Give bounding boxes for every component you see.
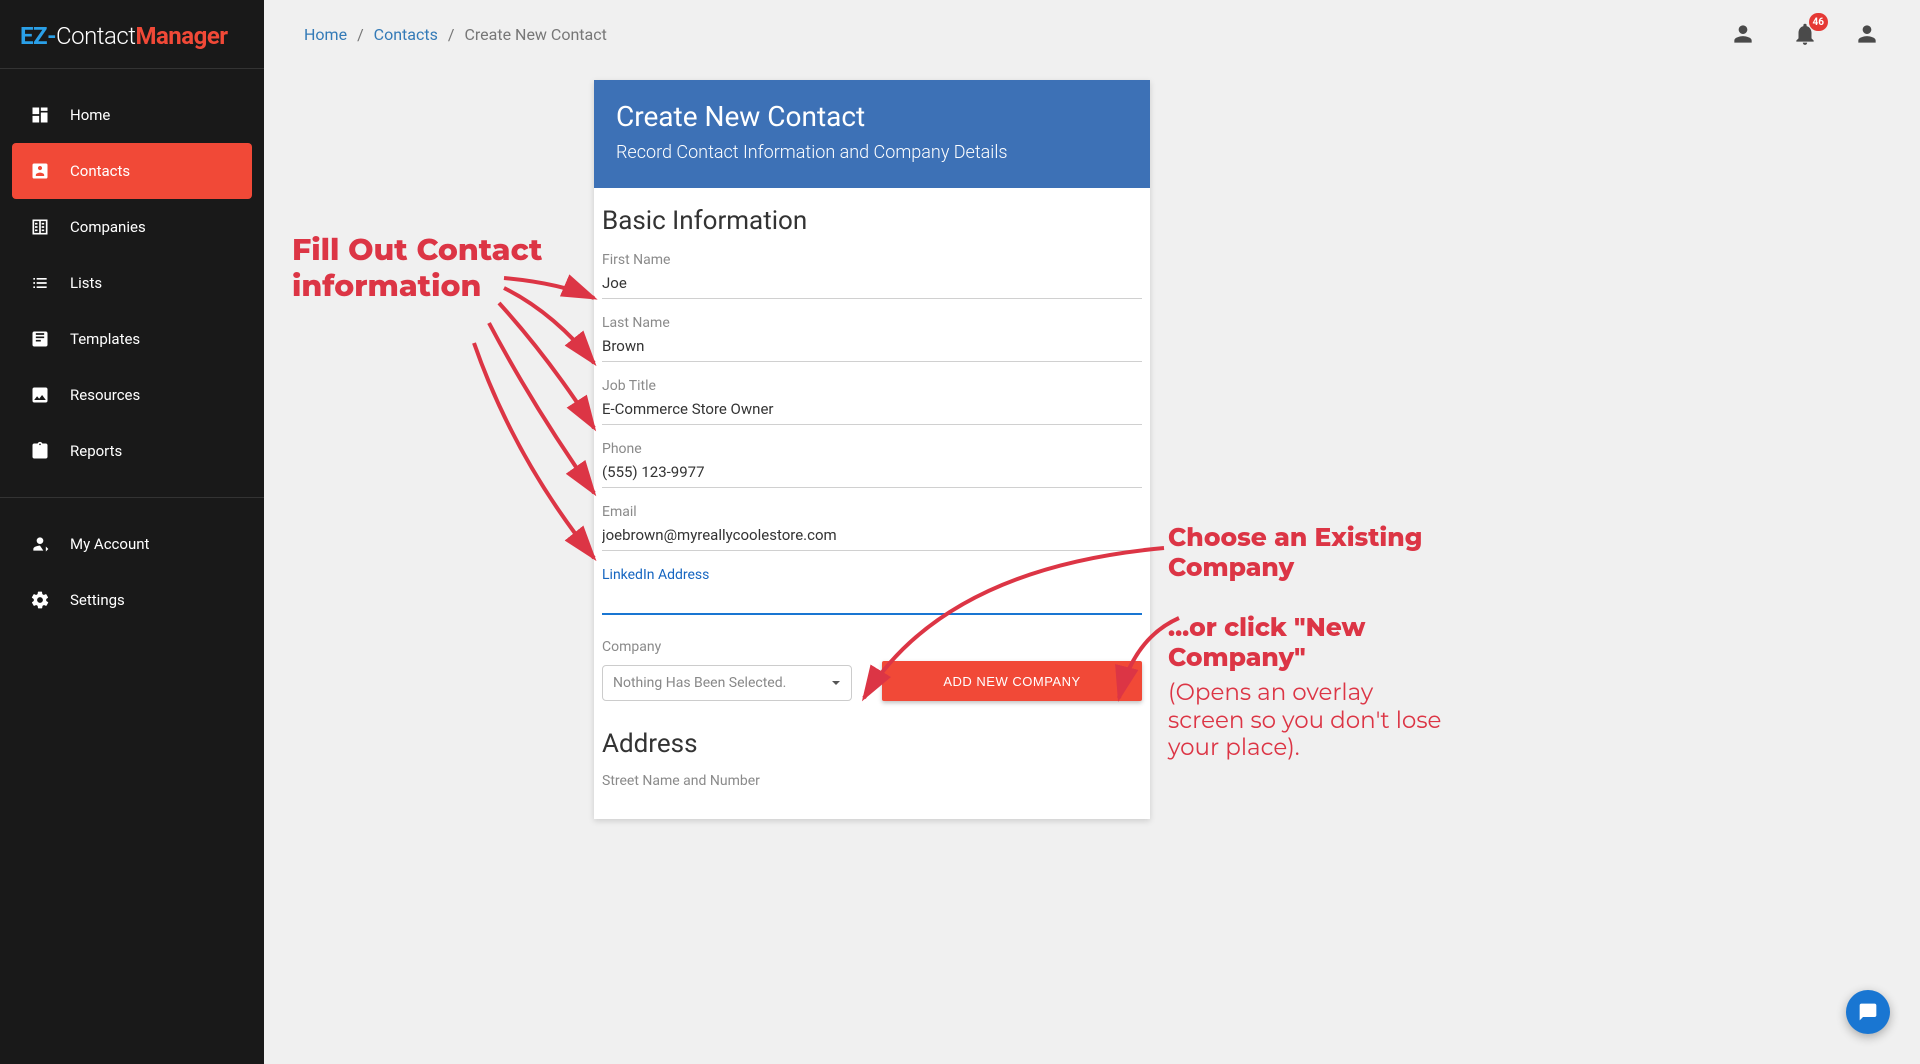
breadcrumb-sep: / xyxy=(357,25,364,44)
sidebar-item-reports[interactable]: Reports xyxy=(12,423,252,479)
sidebar-item-label: My Account xyxy=(70,535,149,553)
arrow-5 xyxy=(404,268,604,588)
main-area: Home / Contacts / Create New Contact 46 … xyxy=(264,0,1920,1064)
add-new-company-button[interactable]: ADD NEW COMPANY xyxy=(882,661,1142,701)
breadcrumb-current: Create New Contact xyxy=(464,25,606,44)
arrow-2 xyxy=(404,268,604,398)
annotation-left: Fill Out Contact information xyxy=(292,232,572,304)
email-input[interactable] xyxy=(602,522,1142,551)
first-name-input[interactable] xyxy=(602,270,1142,299)
company-row: Company Nothing Has Been Selected. ADD N… xyxy=(602,639,1142,701)
job-title-input[interactable] xyxy=(602,396,1142,425)
logo-part2: Contact xyxy=(56,22,135,50)
sidebar-item-settings[interactable]: Settings xyxy=(12,572,252,628)
address-street-label: Street Name and Number xyxy=(602,773,1142,789)
account-icon xyxy=(30,534,50,554)
chat-icon xyxy=(1858,1002,1878,1022)
sidebar-nav-secondary: My Account Settings xyxy=(0,498,264,646)
company-select-value: Nothing Has Been Selected. xyxy=(613,675,786,691)
job-title-label: Job Title xyxy=(602,378,1142,394)
sidebar-item-companies[interactable]: Companies xyxy=(12,199,252,255)
building-icon xyxy=(30,217,50,237)
sidebar: EZ-ContactManager Home Contacts Companie… xyxy=(0,0,264,1064)
annot-right-1: Choose an Existing Company xyxy=(1168,523,1422,583)
field-linkedin: LinkedIn Address xyxy=(602,567,1142,615)
caret-down-icon xyxy=(831,678,841,688)
section-address: Address xyxy=(602,729,1142,759)
section-basic-info: Basic Information xyxy=(602,206,1142,236)
last-name-input[interactable] xyxy=(602,333,1142,362)
contact-icon xyxy=(30,161,50,181)
sidebar-item-resources[interactable]: Resources xyxy=(12,367,252,423)
topbar: Home / Contacts / Create New Contact 46 xyxy=(264,0,1920,68)
sidebar-item-label: Settings xyxy=(70,591,125,609)
sidebar-item-label: Lists xyxy=(70,274,102,292)
template-icon xyxy=(30,329,50,349)
linkedin-input[interactable] xyxy=(602,585,1142,615)
gear-icon xyxy=(30,590,50,610)
breadcrumb-contacts[interactable]: Contacts xyxy=(374,25,438,44)
chat-fab[interactable] xyxy=(1846,990,1890,1034)
annotation-right: Choose an Existing Company ...or click "… xyxy=(1168,523,1448,762)
email-label: Email xyxy=(602,504,1142,520)
arrow-4 xyxy=(404,268,604,528)
notifications-badge: 46 xyxy=(1809,13,1828,31)
annot-right-3: (Opens an overlay screen so you don't lo… xyxy=(1168,679,1448,762)
person-icon xyxy=(1854,21,1880,47)
sidebar-item-label: Contacts xyxy=(70,162,130,180)
logo-part3: Manager xyxy=(135,22,227,50)
sidebar-item-lists[interactable]: Lists xyxy=(12,255,252,311)
dashboard-icon xyxy=(30,105,50,125)
sidebar-item-templates[interactable]: Templates xyxy=(12,311,252,367)
card-title: Create New Contact xyxy=(616,100,1128,133)
sidebar-item-label: Companies xyxy=(70,218,146,236)
phone-input[interactable] xyxy=(602,459,1142,488)
company-select-wrap: Company Nothing Has Been Selected. xyxy=(602,639,852,701)
create-contact-card: Create New Contact Record Contact Inform… xyxy=(594,80,1150,819)
breadcrumb: Home / Contacts / Create New Contact xyxy=(304,25,607,44)
list-icon xyxy=(30,273,50,293)
person-icon xyxy=(1730,21,1756,47)
topbar-icons: 46 xyxy=(1730,21,1880,47)
logo: EZ-ContactManager xyxy=(0,0,264,69)
sidebar-item-contacts[interactable]: Contacts xyxy=(12,143,252,199)
arrow-1 xyxy=(404,268,604,358)
phone-label: Phone xyxy=(602,441,1142,457)
sidebar-item-label: Templates xyxy=(70,330,140,348)
field-job-title: Job Title xyxy=(602,378,1142,425)
content-scroll[interactable]: Create New Contact Record Contact Inform… xyxy=(264,68,1920,1064)
linkedin-label: LinkedIn Address xyxy=(602,567,1142,583)
field-phone: Phone xyxy=(602,441,1142,488)
company-select[interactable]: Nothing Has Been Selected. xyxy=(602,665,852,701)
last-name-label: Last Name xyxy=(602,315,1142,331)
annot-right-2: ...or click "New Company" xyxy=(1168,613,1365,673)
topbar-profile-icon[interactable] xyxy=(1854,21,1880,47)
card-subtitle: Record Contact Information and Company D… xyxy=(616,139,1128,166)
arrow-3 xyxy=(404,268,604,458)
card-body: Basic Information First Name Last Name J… xyxy=(594,188,1150,819)
field-last-name: Last Name xyxy=(602,315,1142,362)
field-email: Email xyxy=(602,504,1142,551)
field-first-name: First Name xyxy=(602,252,1142,299)
sidebar-item-label: Home xyxy=(70,106,110,124)
sidebar-item-myaccount[interactable]: My Account xyxy=(12,516,252,572)
sidebar-item-home[interactable]: Home xyxy=(12,87,252,143)
company-label: Company xyxy=(602,639,852,655)
first-name-label: First Name xyxy=(602,252,1142,268)
breadcrumb-home[interactable]: Home xyxy=(304,25,347,44)
logo-part1: EZ- xyxy=(20,22,56,50)
card-header: Create New Contact Record Contact Inform… xyxy=(594,80,1150,188)
topbar-user-icon[interactable] xyxy=(1730,21,1756,47)
breadcrumb-sep: / xyxy=(448,25,455,44)
sidebar-item-label: Reports xyxy=(70,442,122,460)
sidebar-nav-primary: Home Contacts Companies Lists Templates … xyxy=(0,69,264,498)
image-icon xyxy=(30,385,50,405)
topbar-notifications[interactable]: 46 xyxy=(1792,21,1818,47)
sidebar-item-label: Resources xyxy=(70,386,140,404)
clipboard-icon xyxy=(30,441,50,461)
